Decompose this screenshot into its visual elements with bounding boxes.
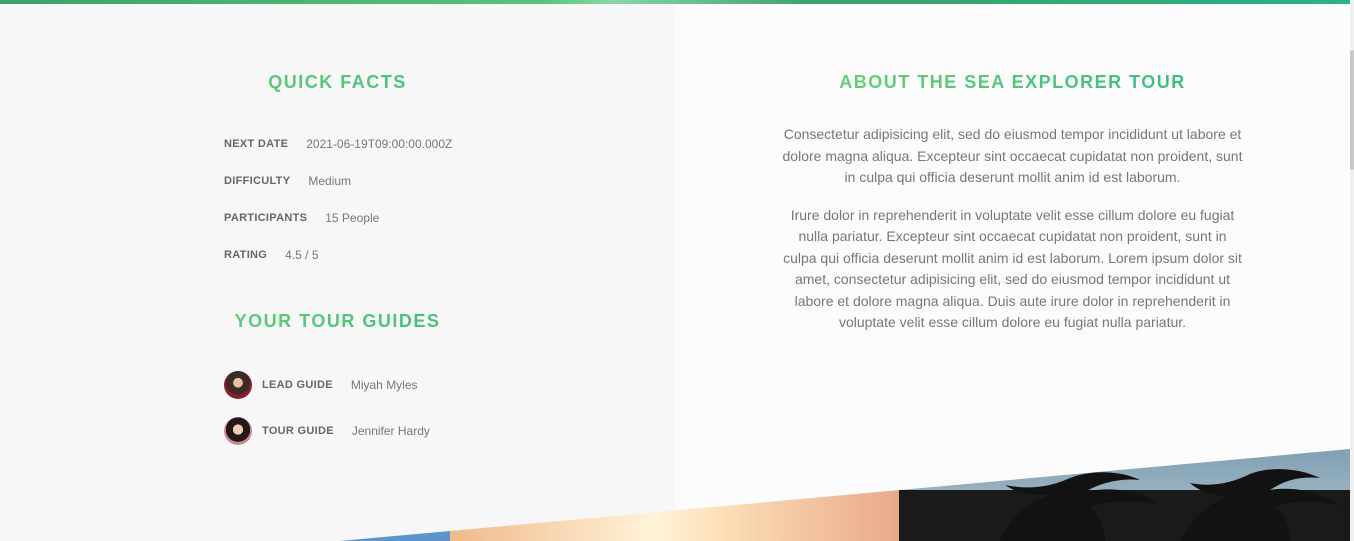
guide-row-lead: Lead Guide Miyah Myles xyxy=(224,362,430,408)
fact-value: 15 People xyxy=(325,210,380,225)
overview-box: Quick Facts Next Date 2021-06-19T09:00:0… xyxy=(0,4,675,541)
quick-facts-heading: Quick Facts xyxy=(0,72,675,93)
description-box: About the Sea Explorer Tour Consectetur … xyxy=(675,4,1350,541)
fact-value: 4.5 / 5 xyxy=(285,247,319,262)
tour-guides-heading: Your Tour Guides xyxy=(0,311,675,332)
guide-avatar xyxy=(224,371,252,399)
description-paragraph: Irure dolor in reprehenderit in voluptat… xyxy=(783,206,1242,331)
guide-avatar xyxy=(224,417,252,445)
fact-label: Rating xyxy=(224,248,268,261)
about-tour-heading: About the Sea Explorer Tour xyxy=(675,72,1350,93)
fact-value: 2021-06-19T09:00:00.000Z xyxy=(306,136,453,151)
guide-role: Lead Guide xyxy=(262,379,333,391)
guide-name: Jennifer Hardy xyxy=(351,424,430,438)
page-scrollbar[interactable] xyxy=(1350,0,1354,541)
scrollbar-thumb[interactable] xyxy=(1350,50,1354,170)
fact-row-rating: Rating 4.5 / 5 xyxy=(224,236,452,273)
fact-label: Difficulty xyxy=(224,174,291,187)
fact-value: Medium xyxy=(308,173,352,188)
guide-row-tour: Tour Guide Jennifer Hardy xyxy=(224,408,430,454)
fact-row-difficulty: Difficulty Medium xyxy=(224,162,452,199)
guide-name: Miyah Myles xyxy=(350,378,418,392)
fact-row-participants: Participants 15 People xyxy=(224,199,452,236)
fact-row-next-date: Next Date 2021-06-19T09:00:00.000Z xyxy=(224,125,452,162)
quick-facts-list: Next Date 2021-06-19T09:00:00.000Z Diffi… xyxy=(224,125,452,273)
about-tour-text: Consectetur adipisicing elit, sed do eiu… xyxy=(780,124,1245,350)
tour-guides-list: Lead Guide Miyah Myles Tour Guide Jennif… xyxy=(224,362,430,454)
tour-description-section: Quick Facts Next Date 2021-06-19T09:00:0… xyxy=(0,4,1350,541)
fact-label: Next Date xyxy=(224,137,289,150)
guide-role: Tour Guide xyxy=(262,425,334,437)
fact-label: Participants xyxy=(224,211,308,224)
description-paragraph: Consectetur adipisicing elit, sed do eiu… xyxy=(782,126,1243,185)
